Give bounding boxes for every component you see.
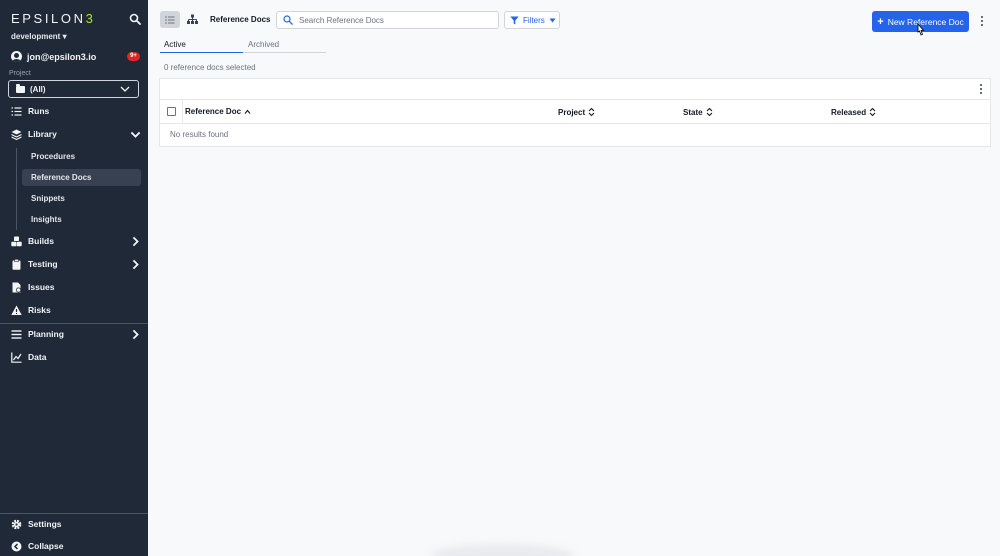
sort-ascending-icon	[244, 109, 251, 114]
sidebar-divider	[0, 323, 148, 324]
column-header-released[interactable]: Released	[831, 107, 876, 117]
empty-state-message: No results found	[170, 130, 229, 139]
sidebar-item-insights[interactable]: Insights	[22, 211, 141, 228]
caret-down-icon: ▾	[62, 32, 67, 41]
chevron-right-icon	[132, 259, 139, 269]
user-menu[interactable]: jon@epsilon3.io	[11, 51, 96, 62]
nav-collapse[interactable]: Collapse	[11, 538, 63, 554]
sort-icon	[588, 107, 595, 117]
filters-label: Filters	[523, 15, 545, 25]
list-view-toggle[interactable]	[160, 11, 180, 28]
clipboard-icon	[12, 258, 21, 270]
chart-line-icon	[11, 352, 22, 363]
sidebar: EPSILON3 development ▾ jon@epsilon3.io 9…	[0, 0, 148, 556]
nav-testing-label: Testing	[28, 259, 58, 269]
caret-down-icon	[549, 18, 556, 22]
nav-issues[interactable]: Issues	[11, 279, 54, 295]
tab-archived[interactable]: Archived	[243, 40, 326, 53]
breadcrumb: Reference Docs	[210, 15, 271, 24]
table-options-icon[interactable]	[980, 84, 983, 95]
project-label: Project	[9, 70, 31, 77]
tab-active[interactable]: Active	[160, 40, 243, 53]
nav-issues-label: Issues	[28, 282, 55, 292]
table-header: Reference Doc Project State Released	[160, 100, 990, 124]
column-header-project[interactable]: Project	[558, 107, 595, 117]
chevron-down-icon	[120, 86, 130, 92]
more-options-icon[interactable]	[981, 16, 984, 27]
table-toolbar	[160, 79, 990, 100]
nav-data-label: Data	[28, 352, 47, 362]
bottom-shadow	[430, 544, 575, 556]
tree-view-icon[interactable]	[187, 14, 198, 25]
column-header-reference-doc[interactable]: Reference Doc	[185, 107, 251, 116]
new-reference-doc-label: New Reference Doc	[887, 16, 964, 27]
search-icon[interactable]	[129, 13, 141, 25]
collapse-icon	[11, 541, 22, 551]
filters-button[interactable]: Filters	[504, 11, 560, 29]
nav-risks[interactable]: Risks	[11, 302, 51, 318]
nav-runs-label: Runs	[28, 106, 50, 116]
list-icon	[165, 15, 175, 24]
nav-settings-label: Settings	[28, 519, 62, 529]
runs-icon	[11, 106, 22, 116]
nav-testing[interactable]: Testing	[11, 256, 141, 272]
nav-runs[interactable]: Runs	[11, 103, 49, 119]
warning-icon	[11, 305, 22, 315]
environment-label: development	[11, 32, 61, 41]
nav-library-label: Library	[28, 129, 57, 139]
nav-data[interactable]: Data	[11, 349, 46, 365]
column-label: Released	[831, 107, 867, 117]
search-input[interactable]	[299, 15, 489, 25]
sidebar-bottom-divider	[0, 513, 148, 514]
app-logo[interactable]: EPSILON3	[11, 11, 95, 26]
nav-builds-label: Builds	[28, 236, 54, 246]
user-email: jon@epsilon3.io	[27, 51, 97, 62]
mouse-pointer-icon	[917, 23, 925, 36]
chevron-right-icon	[132, 329, 139, 339]
sort-icon	[706, 107, 712, 117]
nav-builds[interactable]: Builds	[11, 233, 141, 249]
user-icon	[11, 51, 22, 62]
chevron-down-icon	[130, 131, 141, 138]
environment-switcher[interactable]: development ▾	[11, 32, 67, 41]
column-label: Reference Doc	[185, 107, 242, 116]
planning-icon	[11, 329, 22, 339]
column-label: Project	[558, 107, 586, 117]
plus-icon: +	[877, 15, 884, 28]
project-select[interactable]: (All)	[8, 80, 139, 98]
notifications-badge[interactable]: 9+	[127, 52, 140, 61]
search-box[interactable]	[276, 11, 499, 29]
filter-icon	[510, 16, 519, 24]
column-divider	[182, 100, 183, 124]
layers-icon	[11, 129, 22, 140]
issue-document-icon	[12, 282, 21, 292]
sort-icon	[869, 107, 876, 117]
sidebar-item-procedures[interactable]: Procedures	[22, 148, 141, 165]
project-value: (All)	[30, 84, 46, 94]
column-label: State	[683, 107, 703, 117]
search-icon	[283, 15, 293, 25]
nav-settings[interactable]: Settings	[11, 516, 62, 532]
sidebar-item-reference-docs[interactable]: Reference Docs	[22, 169, 141, 186]
cubes-icon	[11, 236, 22, 246]
nav-collapse-label: Collapse	[28, 541, 64, 551]
chevron-right-icon	[132, 236, 139, 246]
sidebar-item-snippets[interactable]: Snippets	[22, 190, 141, 207]
folder-icon	[16, 83, 25, 93]
gear-icon	[11, 519, 22, 529]
column-header-state[interactable]: State	[683, 107, 713, 117]
selection-status: 0 reference docs selected	[164, 63, 256, 72]
nav-planning-label: Planning	[28, 329, 64, 339]
nav-library[interactable]: Library	[11, 126, 141, 142]
nav-risks-label: Risks	[28, 305, 51, 315]
subnav-divider	[16, 148, 17, 230]
nav-planning[interactable]: Planning	[11, 326, 141, 342]
select-all-checkbox[interactable]	[167, 107, 176, 116]
reference-docs-table: Reference Doc Project State Released No …	[159, 78, 991, 147]
